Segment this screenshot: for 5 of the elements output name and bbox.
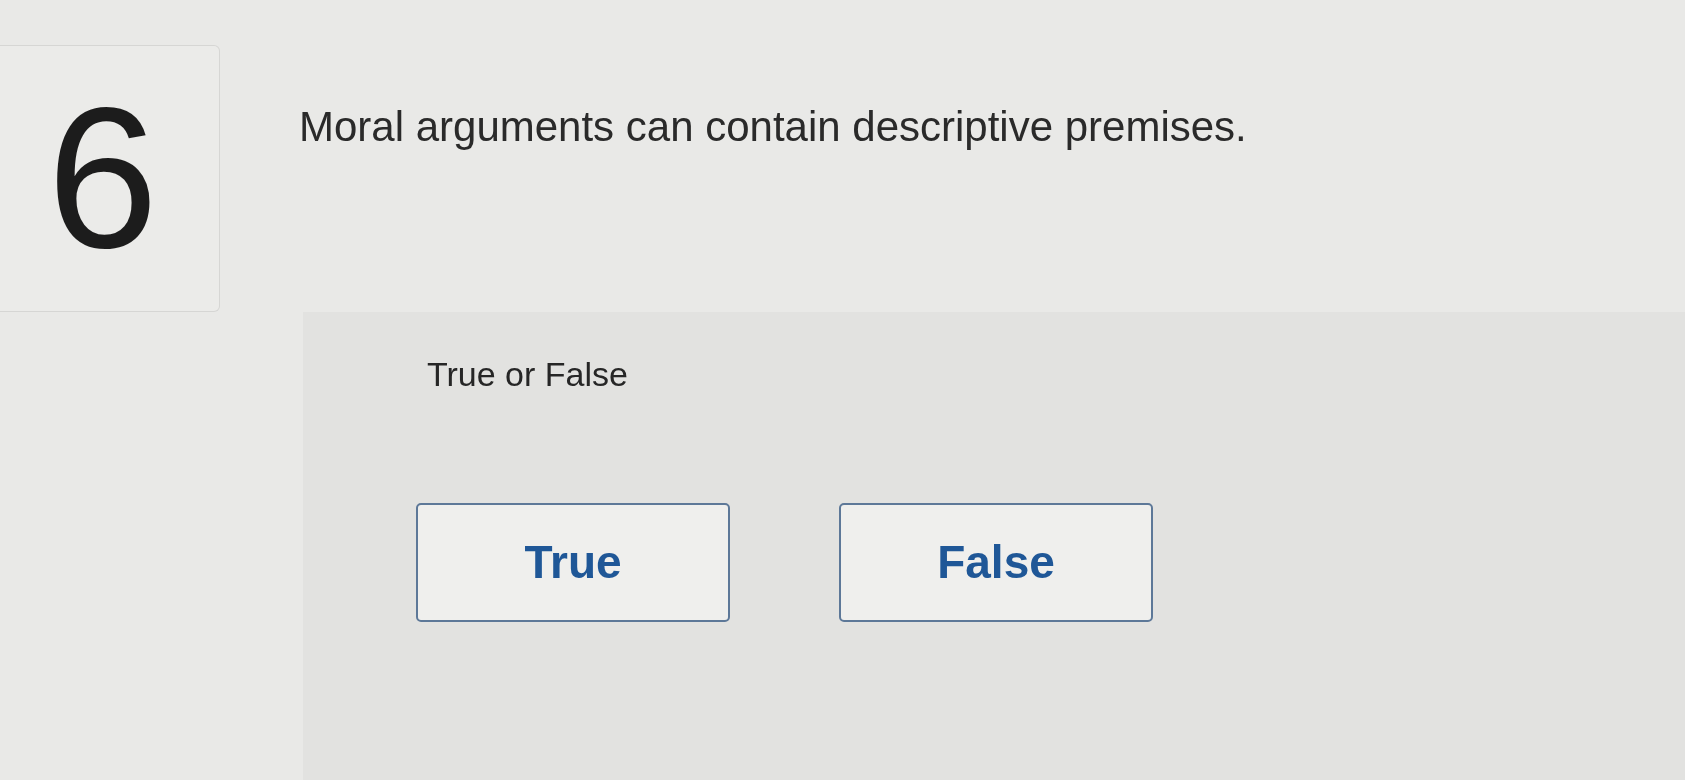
answer-prompt: True or False [427,354,629,395]
answer-option-button[interactable]: False [839,502,1153,622]
question-text: Moral arguments can contain descriptive premises. [299,103,1247,152]
question-number: 6 [46,78,159,278]
answer-option-button[interactable]: True [416,502,730,622]
